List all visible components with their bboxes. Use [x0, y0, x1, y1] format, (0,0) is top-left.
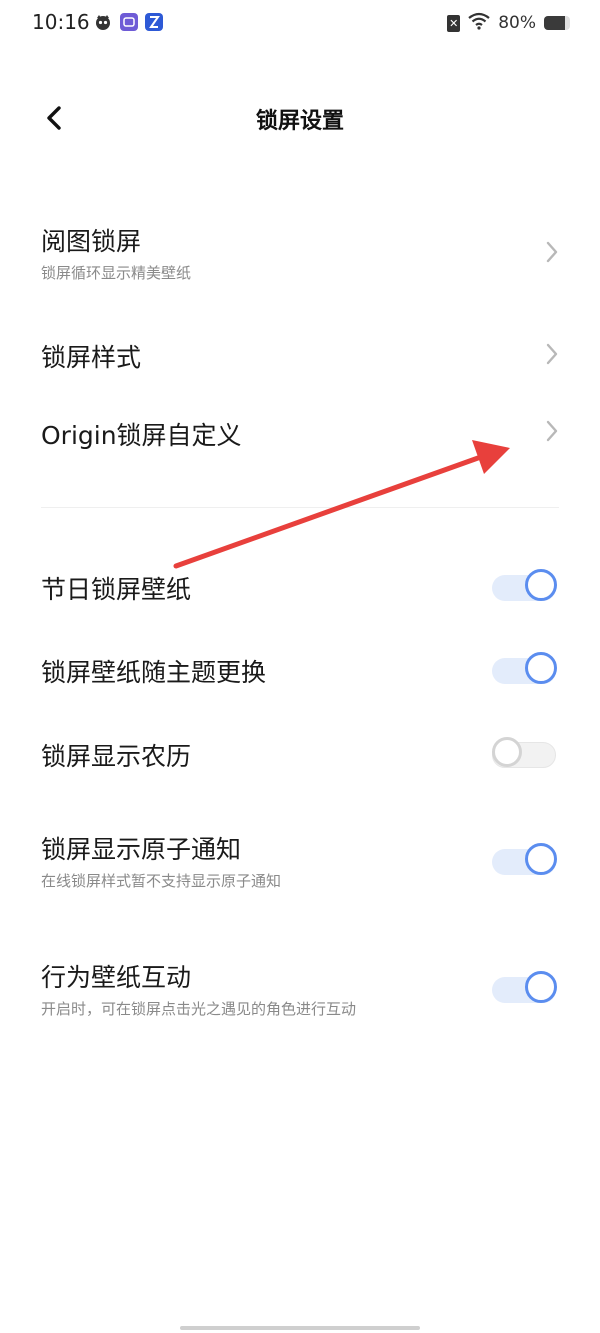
wallpaper-follow-theme-switch[interactable] — [492, 651, 558, 685]
toggle-row-subtitle: 开启时，可在锁屏点击光之遇见的角色进行互动 — [41, 1000, 357, 1018]
toggle-row-lunar-calendar: 锁屏显示农历 — [0, 729, 600, 779]
toggle-row-subtitle: 在线锁屏样式暂不支持显示原子通知 — [41, 872, 282, 890]
battery-icon — [544, 16, 570, 30]
switch-knob — [525, 971, 557, 1003]
behavior-wallpaper-switch[interactable] — [492, 970, 558, 1004]
blue-app-icon — [145, 13, 163, 31]
toggle-row-festival-wallpaper: 节日锁屏壁纸 — [0, 562, 600, 612]
switch-knob — [525, 652, 557, 684]
battery-percent: 80% — [498, 13, 536, 33]
nav-item-title: 锁屏样式 — [41, 343, 142, 372]
toggle-row-title: 锁屏壁纸随主题更换 — [41, 658, 267, 687]
toggle-row-atomic-notification: 锁屏显示原子通知 在线锁屏样式暂不支持显示原子通知 — [0, 822, 600, 898]
status-time: 10:16 — [32, 10, 90, 34]
header: 锁屏设置 — [0, 88, 600, 148]
toggle-row-wallpaper-follow-theme: 锁屏壁纸随主题更换 — [0, 645, 600, 695]
nav-item-title: 阅图锁屏 — [41, 227, 142, 256]
toggle-row-title: 锁屏显示农历 — [41, 742, 192, 771]
chevron-right-icon — [546, 241, 558, 263]
switch-knob — [525, 569, 557, 601]
sim-x-icon: ✕ — [447, 14, 461, 32]
atomic-notification-switch[interactable] — [492, 842, 558, 876]
home-indicator — [180, 1326, 420, 1330]
nav-item-lockscreen-style[interactable]: 锁屏样式 — [0, 330, 600, 380]
cat-app-icon — [94, 13, 112, 31]
festival-wallpaper-switch[interactable] — [492, 568, 558, 602]
page-title: 锁屏设置 — [255, 109, 344, 134]
switch-knob — [492, 737, 522, 767]
nav-item-origin-lockscreen-custom[interactable]: Origin锁屏自定义 — [0, 408, 600, 458]
toggle-row-title: 行为壁纸互动 — [41, 963, 192, 992]
toggle-row-title: 锁屏显示原子通知 — [41, 835, 242, 864]
chevron-right-icon — [546, 343, 558, 365]
section-divider — [41, 507, 559, 508]
lunar-calendar-switch[interactable] — [492, 735, 558, 769]
nav-item-reading-lockscreen[interactable]: 阅图锁屏 锁屏循环显示精美壁纸 — [0, 214, 600, 290]
nav-item-subtitle: 锁屏循环显示精美壁纸 — [41, 264, 192, 282]
nav-item-title: Origin锁屏自定义 — [41, 421, 242, 450]
purple-app-icon — [120, 13, 138, 31]
wifi-icon — [468, 12, 490, 34]
status-bar: 10:16 ✕ 80% — [0, 0, 600, 48]
chevron-right-icon — [546, 420, 558, 442]
toggle-row-behavior-wallpaper: 行为壁纸互动 开启时，可在锁屏点击光之遇见的角色进行互动 — [0, 950, 600, 1026]
toggle-row-title: 节日锁屏壁纸 — [41, 575, 192, 604]
switch-knob — [525, 843, 557, 875]
